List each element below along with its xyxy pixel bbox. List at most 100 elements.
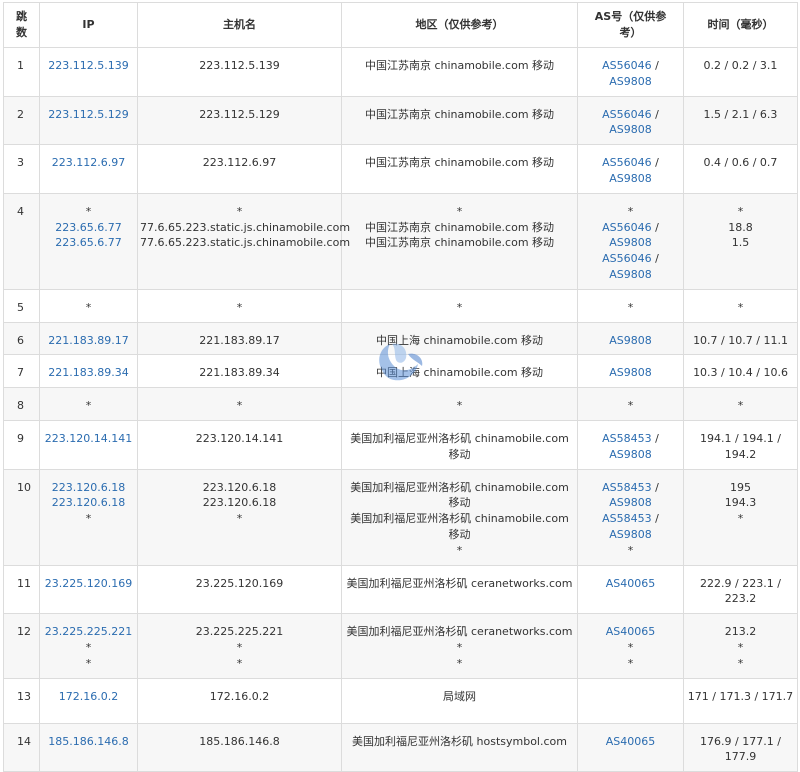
hostname-text: 77.6.65.223.static.js.chinamobile.com xyxy=(140,220,351,234)
ip-link[interactable]: 223.120.6.18 xyxy=(42,480,135,496)
time-text: 195 xyxy=(730,480,751,494)
as-cell: AS9808 xyxy=(577,321,684,356)
as-text: * xyxy=(627,543,634,557)
as-line: AS56046 / xyxy=(580,251,681,267)
hostname-cell: * xyxy=(137,387,342,421)
table-row: 10 223.120.6.18 223.120.6.18 * 223.120.6.18 2… xyxy=(3,468,798,566)
table-row: 9 223.120.14.141 223.120.14.141 美国加利福尼亚州洛杉矶… xyxy=(3,419,798,470)
ip-cell: 223.112.5.129 xyxy=(39,95,138,146)
region-cell: 美国加利福尼亚州洛杉矶 chinamobile.com 移动 xyxy=(341,419,578,470)
ip-text: * xyxy=(85,656,92,670)
as-cell: AS56046 /AS9808 xyxy=(577,144,684,194)
as-link[interactable]: AS9808 xyxy=(609,268,652,281)
as-link[interactable]: AS40065 xyxy=(606,625,656,638)
as-line: * xyxy=(580,398,681,414)
ip-text: * xyxy=(85,300,92,314)
hostname-text: * xyxy=(236,512,243,526)
region-text: 中国江苏南京 chinamobile.com 移动 xyxy=(364,236,555,250)
as-link[interactable]: AS56046 xyxy=(602,59,652,72)
ip-cell: 23.225.225.221 * * xyxy=(39,613,138,679)
as-link[interactable]: AS56046 xyxy=(602,221,652,234)
as-line: AS56046 / xyxy=(580,58,681,74)
hostname-text: 185.186.146.8 xyxy=(199,734,280,748)
time-text: 1.5 / 2.1 / 6.3 xyxy=(703,107,778,121)
header-hop: 跳数 xyxy=(3,2,40,48)
ip-cell: * xyxy=(39,288,138,323)
hop-number: 6 xyxy=(3,321,40,356)
as-link[interactable]: AS9808 xyxy=(609,236,652,249)
ip-link[interactable]: 23.225.120.169 xyxy=(42,576,135,592)
hostname-cell: 223.120.6.18 223.120.6.18 * xyxy=(137,468,342,566)
as-link[interactable]: AS9808 xyxy=(609,448,652,461)
hostname-text: 23.225.225.221 xyxy=(195,625,284,639)
hostname-text: 77.6.65.223.static.js.chinamobile.com xyxy=(140,236,351,250)
as-separator: / xyxy=(651,252,659,266)
as-link[interactable]: AS58453 xyxy=(602,512,652,525)
as-link[interactable]: AS56046 xyxy=(602,108,652,121)
as-link[interactable]: AS56046 xyxy=(602,156,652,169)
as-link[interactable]: AS9808 xyxy=(609,172,652,185)
ip-link[interactable]: 223.112.5.139 xyxy=(42,58,135,74)
time-text: 194.1 / 194.1 / 194.2 xyxy=(700,431,781,461)
hop-number: 2 xyxy=(3,95,40,146)
as-cell: AS40065 xyxy=(577,564,684,615)
ip-cell: 223.112.6.97 xyxy=(39,144,138,194)
region-cell: 中国江苏南京 chinamobile.com 移动 xyxy=(341,95,578,146)
as-cell: * xyxy=(577,387,684,421)
time-text: 213.2 xyxy=(724,625,757,639)
hostname-text: 223.120.6.18 xyxy=(202,496,277,510)
hostname-text: 223.112.6.97 xyxy=(202,156,277,170)
as-link[interactable]: AS40065 xyxy=(606,735,656,748)
as-link[interactable]: AS9808 xyxy=(609,366,652,379)
ip-link[interactable]: 223.120.14.141 xyxy=(42,431,135,447)
hop-number: 7 xyxy=(3,354,40,389)
ip-link[interactable]: 23.225.225.221 xyxy=(42,624,135,640)
as-cell: AS58453 /AS9808 AS58453 /AS9808 * xyxy=(577,468,684,566)
hostname-cell: 223.112.5.129 xyxy=(137,95,342,146)
region-text: 中国江苏南京 chinamobile.com 移动 xyxy=(364,156,555,170)
ip-link[interactable]: 185.186.146.8 xyxy=(42,734,135,750)
ip-cell: 185.186.146.8 xyxy=(39,722,138,772)
ip-link[interactable]: 223.65.6.77 xyxy=(42,220,135,236)
ip-link[interactable]: 172.16.0.2 xyxy=(42,689,135,705)
ip-text: * xyxy=(85,512,92,526)
header-as: AS号（仅供参考） xyxy=(577,2,684,48)
as-link[interactable]: AS9808 xyxy=(609,123,652,136)
as-link[interactable]: AS58453 xyxy=(602,432,652,445)
region-text: * xyxy=(456,543,463,557)
as-cell: * xyxy=(577,288,684,323)
header-host: 主机名 xyxy=(137,2,342,48)
time-text: * xyxy=(737,300,744,314)
ip-link[interactable]: 223.65.6.77 xyxy=(42,235,135,251)
as-link[interactable]: AS40065 xyxy=(606,577,656,590)
as-link[interactable]: AS9808 xyxy=(609,528,652,541)
hostname-text: 223.120.14.141 xyxy=(195,431,284,445)
ip-link[interactable]: 223.112.5.129 xyxy=(42,107,135,123)
time-cell: 213.2 * * xyxy=(683,613,798,679)
hop-number: 8 xyxy=(3,387,40,421)
hostname-text: 221.183.89.17 xyxy=(199,333,280,347)
as-line: AS9808 xyxy=(580,495,681,511)
as-link[interactable]: AS9808 xyxy=(609,334,652,347)
ip-link[interactable]: 223.120.6.18 xyxy=(42,495,135,511)
as-line: AS9808 xyxy=(580,235,681,251)
ip-link[interactable]: 223.112.6.97 xyxy=(42,155,135,171)
hostname-text: * xyxy=(236,204,243,218)
hop-number: 10 xyxy=(3,468,40,566)
hop-number: 9 xyxy=(3,419,40,470)
hostname-cell: 223.112.5.139 xyxy=(137,47,342,97)
as-cell: AS40065 xyxy=(577,722,684,772)
as-line: AS58453 / xyxy=(580,431,681,447)
hop-number: 5 xyxy=(3,288,40,323)
as-line: AS58453 / xyxy=(580,511,681,527)
as-link[interactable]: AS9808 xyxy=(609,75,652,88)
as-line: AS9808 xyxy=(580,122,681,138)
as-link[interactable]: AS58453 xyxy=(602,481,652,494)
as-link[interactable]: AS56046 xyxy=(602,252,652,265)
as-line: AS9808 xyxy=(580,171,681,187)
as-link[interactable]: AS9808 xyxy=(609,496,652,509)
ip-link[interactable]: 221.183.89.17 xyxy=(42,333,135,349)
ip-link[interactable]: 221.183.89.34 xyxy=(42,365,135,381)
as-line: AS56046 / xyxy=(580,220,681,236)
region-text: * xyxy=(456,204,463,218)
